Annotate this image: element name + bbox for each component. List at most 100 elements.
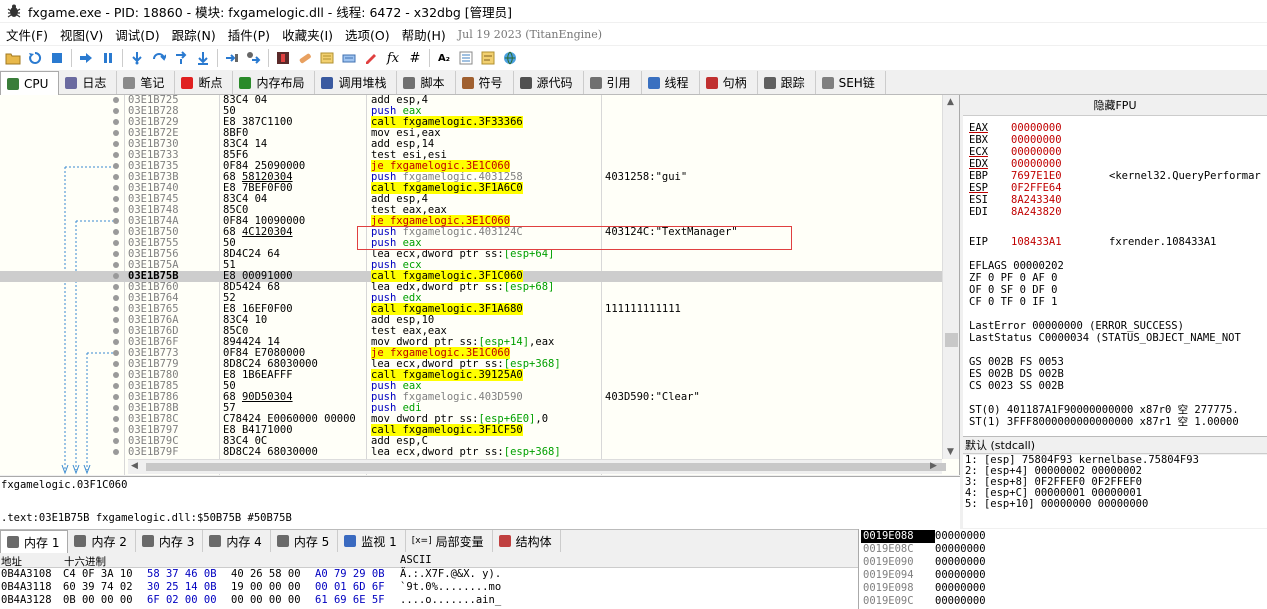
registers-pane[interactable]: EAX 00000000 EBX 00000000 ECX 00000000 EDX 0000… [963, 116, 1267, 436]
disasm-row[interactable]: 03E1B79F 8D8C24 68030000 lea ecx,dword ptr… [0, 447, 942, 458]
calling-convention-selector[interactable]: 默认 (stdcall) [963, 436, 1267, 454]
menu-trace[interactable]: 跟踪(N) [166, 25, 222, 44]
dump-tab-4[interactable]: 内存 4 [203, 530, 271, 552]
script-icon[interactable] [477, 47, 499, 69]
breakpoint-dot-icon[interactable] [113, 449, 119, 455]
disassembly-view[interactable]: 03E1B725 83C4 04 add esp,4 03E1B728 50 push e… [0, 95, 960, 475]
dump-tab-2[interactable]: 内存 2 [68, 530, 136, 552]
breakpoint-dot-icon[interactable] [113, 108, 119, 114]
pause-icon[interactable] [97, 47, 119, 69]
eflags[interactable]: EFLAGS 00000202 [969, 260, 1064, 272]
menu-help[interactable]: 帮助(H) [396, 25, 452, 44]
breakpoint-dot-icon[interactable] [113, 152, 119, 158]
breakpoint-dot-icon[interactable] [113, 317, 119, 323]
hide-fpu-button[interactable]: 隐藏FPU [963, 95, 1267, 116]
dump-tab-6[interactable]: 监视 1 [338, 530, 406, 552]
flags-row-3[interactable]: CF 0 TF 0 IF 1 [969, 296, 1058, 308]
register-esi[interactable]: ESI 8A243340 [969, 194, 1062, 206]
tab-breakpoint[interactable]: 断点 [175, 71, 234, 94]
tab-symbols[interactable]: 符号 [456, 71, 514, 94]
tab-references[interactable]: 引用 [584, 71, 642, 94]
breakpoint-dot-icon[interactable] [113, 350, 119, 356]
fpu-st0[interactable]: ST(0) 401187A1F90000000000 x87r0 空 27777… [969, 404, 1239, 416]
breakpoint-dot-icon[interactable] [113, 196, 119, 202]
segment-row-3[interactable]: CS 0023 SS 002B [969, 380, 1064, 392]
menu-debug[interactable]: 调试(D) [109, 25, 165, 44]
tab-notes[interactable]: 笔记 [117, 71, 176, 94]
fpu-st1[interactable]: ST(1) 3FFF8000000000000000 x87r1 空 1.000… [969, 416, 1239, 428]
register-ebx[interactable]: EBX 00000000 [969, 134, 1062, 146]
breakpoint-dot-icon[interactable] [113, 251, 119, 257]
globe-icon[interactable] [499, 47, 521, 69]
tab-seh[interactable]: SEH链 [816, 71, 886, 94]
dump-tab-8[interactable]: 结构体 [493, 530, 561, 552]
scylla-icon[interactable] [272, 47, 294, 69]
label-icon[interactable] [338, 47, 360, 69]
comment-icon[interactable] [316, 47, 338, 69]
breakpoint-dot-icon[interactable] [113, 295, 119, 301]
breakpoint-dot-icon[interactable] [113, 416, 119, 422]
breakpoint-dot-icon[interactable] [113, 306, 119, 312]
breakpoint-dot-icon[interactable] [113, 141, 119, 147]
breakpoint-dot-icon[interactable] [113, 119, 119, 125]
breakpoint-dot-icon[interactable] [113, 284, 119, 290]
tab-cpu[interactable]: CPU [0, 71, 60, 95]
stack-view[interactable]: 0019E088 00000000 0019E08C 00000000 0019E090… [858, 529, 1267, 609]
tab-call-stack[interactable]: 调用堆栈 [315, 71, 398, 94]
breakpoint-dot-icon[interactable] [113, 207, 119, 213]
tab-trace[interactable]: 跟踪 [758, 71, 816, 94]
list-icon[interactable] [455, 47, 477, 69]
dump-tab-1[interactable]: 内存 1 [0, 530, 69, 553]
breakpoint-dot-icon[interactable] [113, 405, 119, 411]
scroll-up-icon[interactable]: ▲ [947, 97, 954, 107]
breakpoint-dot-icon[interactable] [113, 97, 119, 103]
step-into-icon[interactable] [126, 47, 148, 69]
breakpoint-dot-icon[interactable] [113, 240, 119, 246]
register-eax[interactable]: EAX 00000000 [969, 122, 1062, 134]
breakpoint-dot-icon[interactable] [113, 361, 119, 367]
breakpoint-dot-icon[interactable] [113, 273, 119, 279]
scrollbar-thumb[interactable] [945, 333, 958, 347]
tab-handles[interactable]: 句柄 [700, 71, 758, 94]
segment-row-2[interactable]: ES 002B DS 002B [969, 368, 1064, 380]
trace-over-icon[interactable] [192, 47, 214, 69]
breakpoint-dot-icon[interactable] [113, 372, 119, 378]
stop-icon[interactable] [46, 47, 68, 69]
breakpoint-dot-icon[interactable] [113, 438, 119, 444]
breakpoint-dot-icon[interactable] [113, 328, 119, 334]
dump-tab-3[interactable]: 内存 3 [136, 530, 204, 552]
breakpoint-dot-icon[interactable] [113, 383, 119, 389]
breakpoint-dot-icon[interactable] [113, 130, 119, 136]
font-icon[interactable]: A₂ [433, 47, 455, 69]
tab-memory-map[interactable]: 内存布局 [233, 71, 316, 94]
tab-source[interactable]: 源代码 [514, 71, 584, 94]
menu-view[interactable]: 视图(V) [54, 25, 109, 44]
dump-tab-5[interactable]: 内存 5 [271, 530, 339, 552]
scroll-left-icon[interactable]: ◀ [131, 461, 138, 471]
register-eip[interactable]: EIP 108433A1 fxrender.108433A1 [969, 236, 1216, 248]
breakpoint-dot-icon[interactable] [113, 185, 119, 191]
breakpoint-dot-icon[interactable] [113, 339, 119, 345]
breakpoint-dot-icon[interactable] [113, 427, 119, 433]
execute-till-return-icon[interactable] [221, 47, 243, 69]
trace-into-icon[interactable] [170, 47, 192, 69]
restart-icon[interactable] [24, 47, 46, 69]
breakpoint-dot-icon[interactable] [113, 174, 119, 180]
tab-log[interactable]: 日志 [59, 71, 118, 94]
menu-favourites[interactable]: 收藏夹(I) [276, 25, 339, 44]
breakpoint-dot-icon[interactable] [113, 163, 119, 169]
run-icon[interactable] [75, 47, 97, 69]
breakpoint-dot-icon[interactable] [113, 394, 119, 400]
register-ebp[interactable]: EBP 7697E1E0 <kernel32.QueryPerformar [969, 170, 1261, 182]
hex-dump[interactable]: 地址 十六进制 ASCII 0B4A3108 C4 0F 3A 10 58 37 4… [0, 553, 858, 609]
open-icon[interactable] [2, 47, 24, 69]
register-ecx[interactable]: ECX 00000000 [969, 146, 1062, 158]
scroll-right-icon[interactable]: ▶ [930, 461, 937, 471]
scrollbar-thumb[interactable] [146, 463, 946, 471]
register-edi[interactable]: EDI 8A243820 [969, 206, 1062, 218]
menu-file[interactable]: 文件(F) [0, 25, 54, 44]
flags-row-1[interactable]: ZF 0 PF 0 AF 0 [969, 272, 1058, 284]
breakpoint-dot-icon[interactable] [113, 229, 119, 235]
scroll-down-icon[interactable]: ▼ [947, 447, 954, 457]
breakpoint-dot-icon[interactable] [113, 218, 119, 224]
